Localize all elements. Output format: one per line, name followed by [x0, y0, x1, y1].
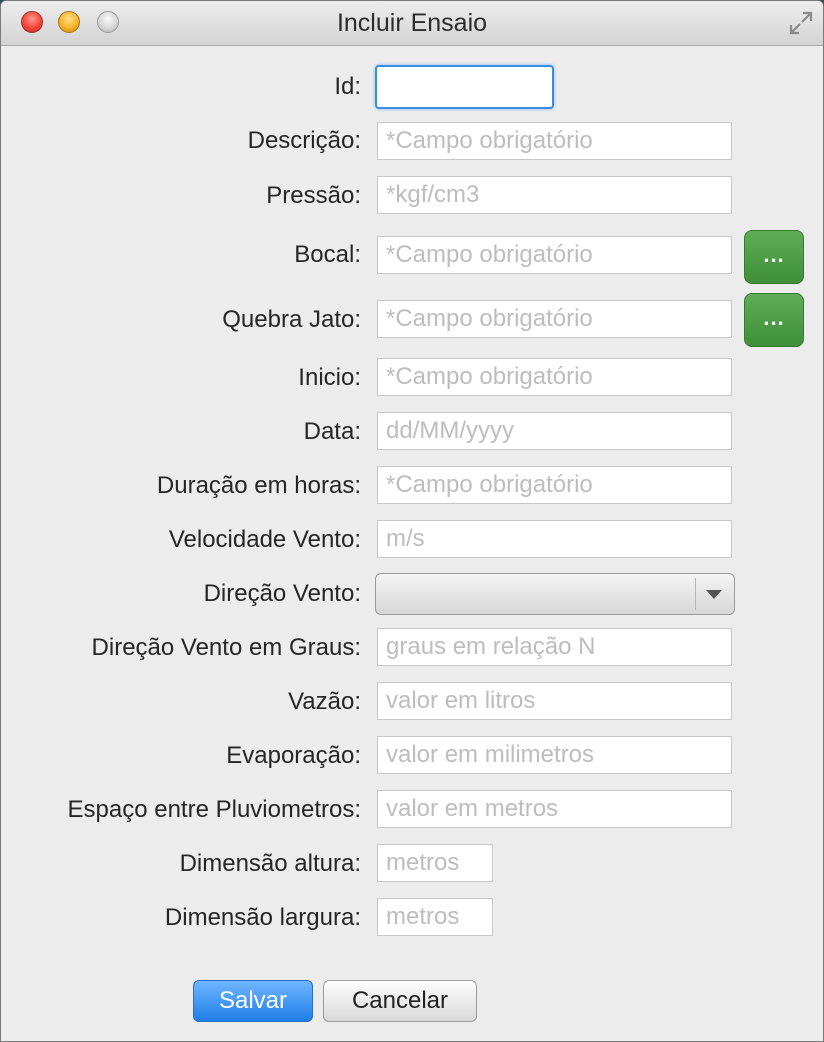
descricao-label: Descrição:: [247, 127, 361, 154]
quebra-jato-label: Quebra Jato:: [222, 306, 361, 333]
descricao-field[interactable]: *Campo obrigatório: [377, 122, 732, 160]
chevron-down-icon[interactable]: [706, 590, 722, 599]
cancel-button[interactable]: Cancelar: [323, 980, 477, 1022]
direcao-vento-graus-label: Direção Vento em Graus:: [91, 634, 361, 661]
evaporacao-field[interactable]: valor em milimetros: [377, 736, 732, 774]
espaco-pluviometros-field[interactable]: valor em metros: [377, 790, 732, 828]
duracao-label: Duração em horas:: [156, 472, 361, 499]
duracao-field[interactable]: *Campo obrigatório: [377, 466, 732, 504]
inicio-label: Inicio:: [298, 364, 361, 391]
bocal-label: Bocal:: [294, 241, 361, 268]
velocidade-vento-label: Velocidade Vento:: [168, 526, 361, 553]
save-button[interactable]: Salvar: [193, 980, 313, 1022]
select-divider: [695, 578, 696, 610]
window-title: Incluir Ensaio: [336, 9, 488, 37]
title-bar: Incluir Ensaio: [1, 1, 823, 46]
id-label: Id:: [334, 73, 361, 100]
evaporacao-label: Evaporação:: [226, 742, 361, 769]
id-field[interactable]: [375, 65, 554, 109]
bocal-browse-button[interactable]: ...: [744, 230, 804, 284]
vazao-label: Vazão:: [288, 688, 361, 715]
pressao-label: Pressão:: [266, 182, 361, 209]
direcao-vento-graus-field[interactable]: graus em relação N: [377, 628, 732, 666]
inicio-field[interactable]: *Campo obrigatório: [377, 358, 732, 396]
espaco-pluviometros-label: Espaço entre Pluviometros:: [67, 796, 361, 823]
data-label: Data:: [303, 418, 361, 445]
dimensao-altura-field[interactable]: metros: [377, 844, 493, 882]
direcao-vento-label: Direção Vento:: [203, 580, 361, 607]
dimensao-largura-label: Dimensão largura:: [164, 904, 361, 931]
vazao-field[interactable]: valor em litros: [377, 682, 732, 720]
pressao-field[interactable]: *kgf/cm3: [377, 176, 732, 214]
quebra-jato-field[interactable]: *Campo obrigatório: [377, 300, 732, 338]
fullscreen-icon[interactable]: [787, 9, 815, 37]
dimensao-largura-field[interactable]: metros: [377, 898, 493, 936]
quebra-jato-browse-button[interactable]: ...: [744, 293, 804, 347]
data-field[interactable]: dd/MM/yyyy: [377, 412, 732, 450]
dialog-window: Incluir Ensaio Id: Descrição: *Campo obr…: [0, 0, 824, 1042]
dimensao-altura-label: Dimensão altura:: [179, 850, 361, 877]
velocidade-vento-field[interactable]: m/s: [377, 520, 732, 558]
direcao-vento-select[interactable]: [375, 573, 735, 615]
bocal-field[interactable]: *Campo obrigatório: [377, 236, 732, 274]
